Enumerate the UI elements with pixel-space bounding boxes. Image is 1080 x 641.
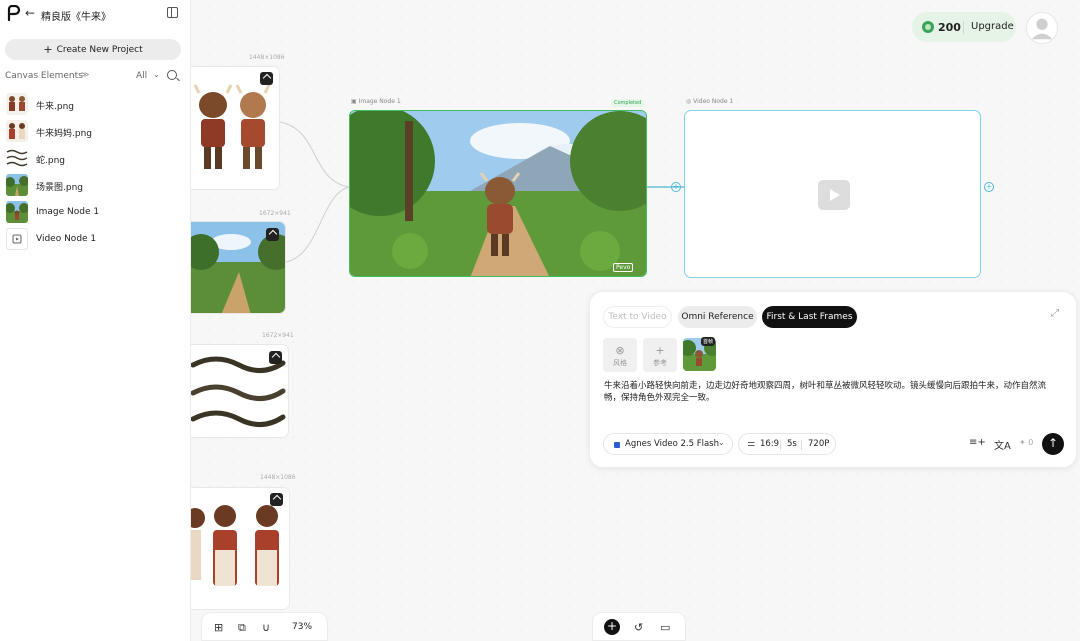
chevron-down-icon[interactable]: ⌄ [153,70,160,79]
search-icon[interactable] [167,70,177,80]
app-logo-icon[interactable] [6,5,20,21]
thumb-snakes [6,147,28,169]
thumb-cow-chars [6,93,28,115]
canvas-elements-label[interactable]: Canvas Elements [5,71,83,81]
canvas-elements-header: Canvas Elements ≫ All ⌄ [5,70,185,83]
element-label: 牛来.png [36,102,74,112]
video-icon [6,228,28,250]
element-label: 蛇.png [36,156,65,166]
create-project-label: Create New Project [56,44,143,55]
plus-icon: + [43,43,53,56]
thumb-scene-cow [6,201,28,223]
project-title[interactable]: 精良版《牛来》 [41,8,111,23]
toggle-panel-icon[interactable] [167,7,178,18]
filter-dropdown[interactable]: All [136,71,147,81]
create-project-button[interactable]: + Create New Project [5,39,181,60]
element-label: 牛来妈妈.png [36,129,92,139]
back-arrow-icon[interactable]: ← [25,6,35,20]
element-item[interactable]: 牛来妈妈.png [6,120,186,142]
thumb-mom-chars [6,120,28,142]
element-item[interactable]: 场景图.png [6,174,186,196]
element-item[interactable]: 牛来.png [6,93,186,115]
element-label: Image Node 1 [36,207,100,217]
element-item[interactable]: Image Node 1 [6,201,186,223]
element-item[interactable]: 蛇.png [6,147,186,169]
thumb-scene [6,174,28,196]
sidebar: ← 精良版《牛来》 + Create New Project Canvas El… [0,0,191,641]
element-item[interactable]: Video Node 1 [6,228,186,250]
element-label: Video Node 1 [36,234,97,244]
chevron-down-icon[interactable]: ≫ [81,70,89,79]
element-label: 场景图.png [36,183,83,193]
